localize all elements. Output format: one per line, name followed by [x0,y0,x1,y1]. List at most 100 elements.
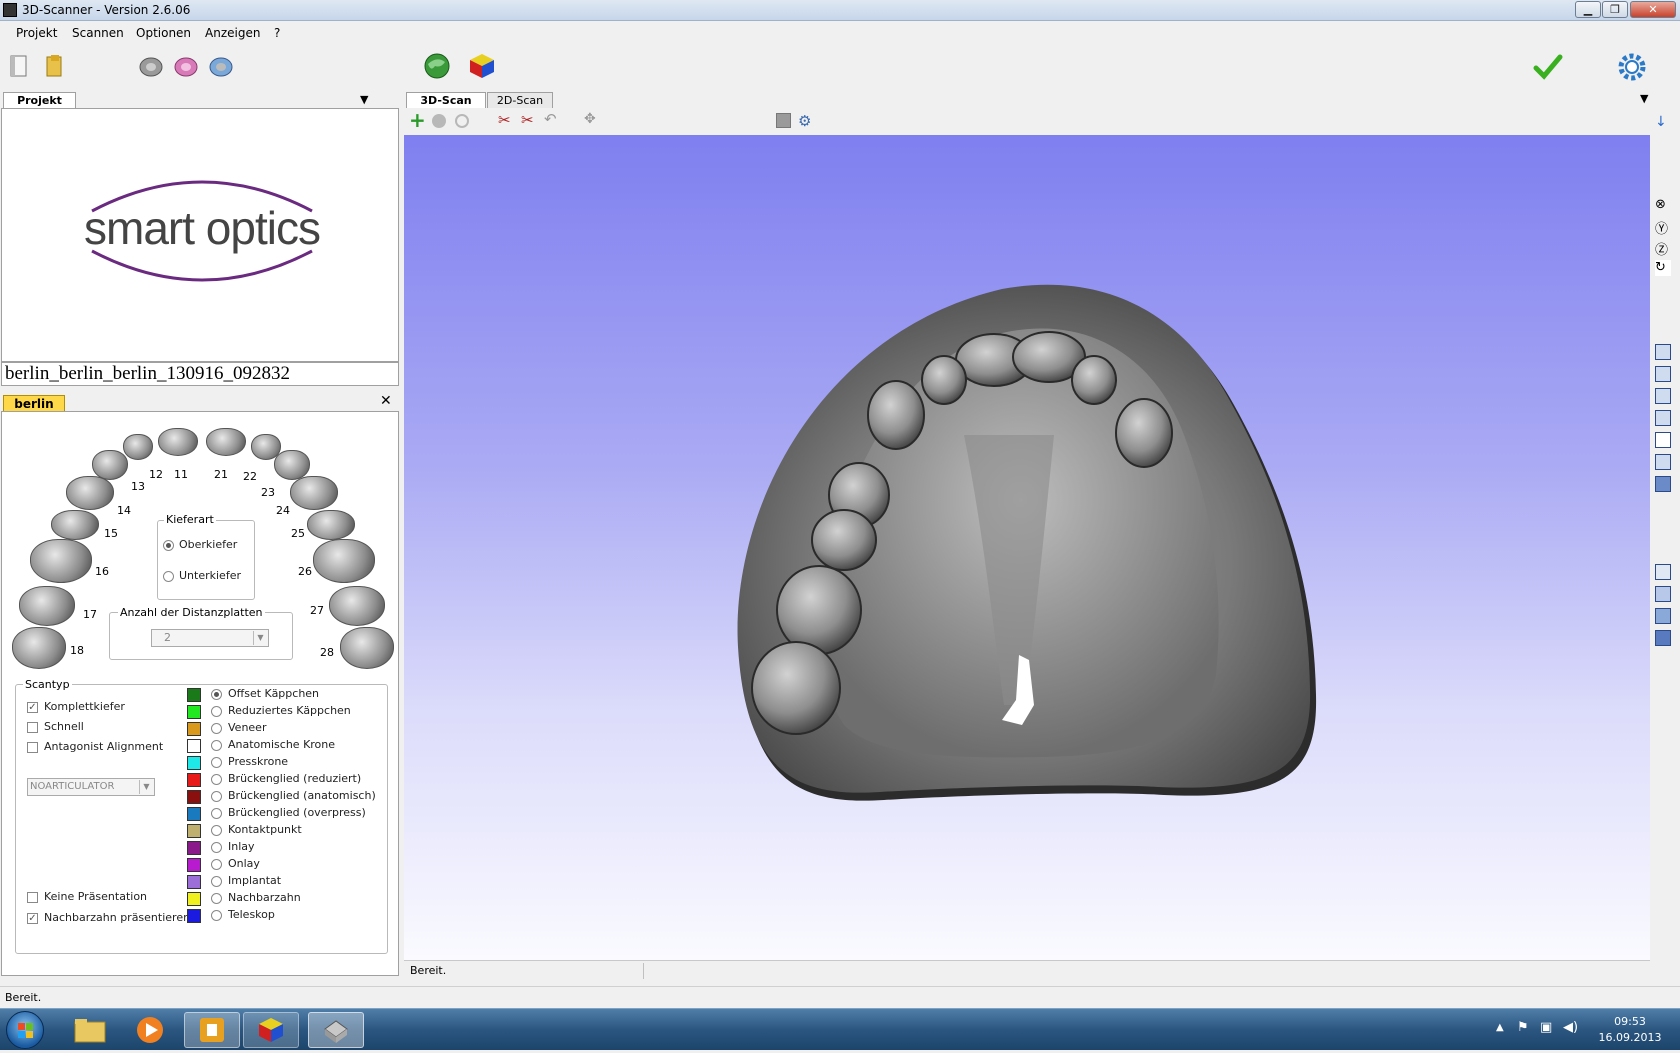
tooth-17[interactable] [19,586,75,626]
axis-x-icon[interactable]: ⊗ [1655,197,1671,213]
scantype-radio[interactable] [211,859,222,870]
close-panel-icon[interactable]: ✕ [380,393,392,409]
color-swatch[interactable] [187,858,201,872]
scantype-row[interactable]: Onlay [187,857,387,873]
color-swatch[interactable] [187,756,201,770]
taskbar-app-scanner[interactable] [308,1012,364,1048]
render-points-icon[interactable] [1655,586,1671,602]
radio-unterkiefer[interactable] [163,571,174,582]
color-swatch[interactable] [187,909,201,923]
tooth-23[interactable] [274,450,310,480]
tab-3d-scan[interactable]: 3D-Scan [406,92,486,108]
minimize-button[interactable]: ▁ [1575,1,1601,18]
pin-icon[interactable]: ↓ [1655,114,1671,130]
tooth-14[interactable] [66,476,114,510]
save-icon[interactable] [776,113,791,128]
scantype-radio[interactable] [211,825,222,836]
taskbar-app-cube[interactable] [243,1012,299,1048]
tooth-11[interactable] [158,428,198,456]
scantype-radio[interactable] [211,876,222,887]
scantype-row[interactable]: Brückenglied (overpress) [187,806,387,822]
view-bottom-icon[interactable] [1655,454,1671,470]
scantype-radio[interactable] [211,757,222,768]
panel-menu-icon[interactable]: ▼ [360,93,368,106]
color-swatch[interactable] [187,722,201,736]
scantype-radio[interactable] [211,808,222,819]
color-swatch[interactable] [187,841,201,855]
view-menu-icon[interactable]: ▼ [1640,92,1648,105]
view-back-icon[interactable] [1655,366,1671,382]
rotate-icon[interactable]: ↻ [1655,260,1671,276]
tooth-18[interactable] [12,627,66,669]
view-left-icon[interactable] [1655,388,1671,404]
scantype-radio[interactable] [211,740,222,751]
start-button[interactable] [6,1011,44,1049]
view-front-icon[interactable] [1655,344,1671,360]
volume-icon[interactable]: ◀) [1563,1020,1578,1035]
axis-y-icon[interactable]: Ⓨ [1655,218,1671,237]
open-project-icon[interactable] [40,52,68,80]
tray-expand-icon[interactable]: ▲ [1496,1022,1504,1033]
scan-jaw-blue-icon[interactable] [207,52,235,80]
axis-z-icon[interactable]: Ⓩ [1655,239,1671,258]
scantype-row[interactable]: Brückenglied (anatomisch) [187,789,387,805]
media-player-icon[interactable] [122,1012,178,1048]
flag-icon[interactable]: ⚑ [1517,1020,1529,1035]
checkbox-antagonist[interactable] [27,742,38,753]
taskbar-app-outlook[interactable] [184,1012,240,1048]
render-wire-icon[interactable] [1655,564,1671,580]
tooth-24[interactable] [290,476,338,510]
scantype-radio[interactable] [211,774,222,785]
new-project-icon[interactable] [5,52,33,80]
menu-scannen[interactable]: Scannen [72,26,124,40]
color-swatch[interactable] [187,739,201,753]
tooth-15[interactable] [51,510,99,540]
globe-icon[interactable] [423,52,451,80]
tab-projekt[interactable]: Projekt [3,92,76,109]
scantype-row[interactable]: Veneer [187,721,387,737]
menu-projekt[interactable]: Projekt [16,26,57,40]
scantype-row[interactable]: Inlay [187,840,387,856]
scantype-row[interactable]: Anatomische Krone [187,738,387,754]
tab-2d-scan[interactable]: 2D-Scan [487,92,553,108]
network-icon[interactable]: ▣ [1540,1020,1552,1035]
tab-berlin[interactable]: berlin [3,395,65,412]
scantype-row[interactable]: Kontaktpunkt [187,823,387,839]
radio-oberkiefer[interactable] [163,540,174,551]
tooth-16[interactable] [30,539,92,583]
color-swatch[interactable] [187,705,201,719]
tooth-27[interactable] [329,586,385,626]
color-swatch[interactable] [187,790,201,804]
articulator-select[interactable]: NOARTICULATOR ▼ [27,778,155,796]
view-iso-icon[interactable] [1655,476,1671,492]
color-swatch[interactable] [187,773,201,787]
tooth-25[interactable] [307,510,355,540]
scantype-row[interactable]: Teleskop [187,908,387,924]
add-icon[interactable]: + [409,110,426,130]
color-swatch[interactable] [187,892,201,906]
scantype-radio[interactable] [211,910,222,921]
scantype-radio[interactable] [211,842,222,853]
scantype-row[interactable]: Implantat [187,874,387,890]
scantype-radio[interactable] [211,791,222,802]
tooth-21[interactable] [206,428,246,456]
cut-selection-icon[interactable]: ✂ [521,111,534,129]
record-icon[interactable] [432,114,446,128]
scantype-row[interactable]: Reduziertes Käppchen [187,704,387,720]
scantype-radio[interactable] [211,893,222,904]
render-smooth-icon[interactable] [1655,630,1671,646]
settings-gear-icon[interactable] [1617,52,1647,82]
checkbox-schnell[interactable] [27,722,38,733]
render-flat-icon[interactable] [1655,608,1671,624]
scantype-row[interactable]: Nachbarzahn [187,891,387,907]
scantype-radio[interactable] [211,706,222,717]
close-button[interactable]: ✕ [1630,1,1676,18]
refresh-icon[interactable] [455,114,469,128]
menu-help[interactable]: ? [274,26,280,40]
scan-jaw-gray-icon[interactable] [137,52,165,80]
undo-icon[interactable]: ↶ [544,110,557,128]
checkbox-nachbarzahn-praesentieren[interactable]: ✓ [27,913,38,924]
scantype-row[interactable]: Presskrone [187,755,387,771]
scantype-row[interactable]: Offset Käppchen [187,687,387,703]
scantype-radio[interactable] [211,689,222,700]
